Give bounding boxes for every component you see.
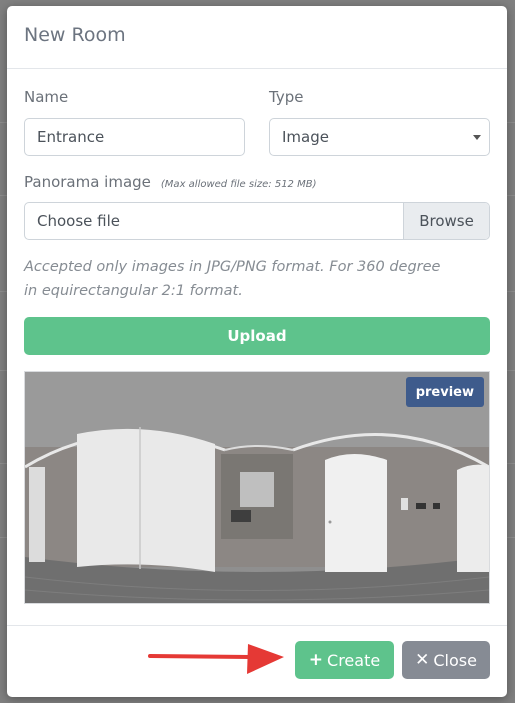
modal-header: New Room [7, 6, 507, 69]
close-label: Close [433, 650, 477, 670]
accepted-formats-note: Accepted only images in JPG/PNG format. … [24, 259, 441, 299]
caret-down-icon [473, 135, 481, 140]
type-label: Type [269, 88, 304, 106]
type-select[interactable]: Image [269, 118, 490, 156]
name-input[interactable]: Entrance [24, 118, 245, 156]
panorama-label: Panorama image [24, 173, 151, 191]
upload-button[interactable]: Upload [24, 317, 490, 355]
new-room-modal: New Room Name Entrance Type Image Panora… [7, 6, 507, 697]
file-size-hint: (Max allowed file size: 512 MB) [160, 179, 317, 190]
name-label: Name [24, 88, 69, 106]
red-arrow-annotation [148, 644, 284, 674]
plus-icon: + [308, 650, 324, 670]
preview-badge: preview [405, 377, 484, 407]
browse-button[interactable]: Browse [403, 203, 489, 239]
type-group: Type Image [269, 88, 490, 156]
type-select-value: Image [282, 128, 329, 146]
panorama-preview: preview [24, 371, 490, 604]
create-button[interactable]: + Create [295, 641, 394, 679]
close-button[interactable]: ✕ Close [402, 641, 490, 679]
panorama-file-input[interactable]: Choose file Browse [24, 202, 490, 240]
name-group: Name Entrance [24, 88, 245, 156]
modal-title: New Room [24, 24, 126, 46]
file-placeholder[interactable]: Choose file [25, 203, 403, 239]
modal-body: Name Entrance Type Image Panorama image … [7, 88, 507, 604]
x-icon: ✕ [415, 650, 430, 670]
create-label: Create [327, 650, 381, 670]
